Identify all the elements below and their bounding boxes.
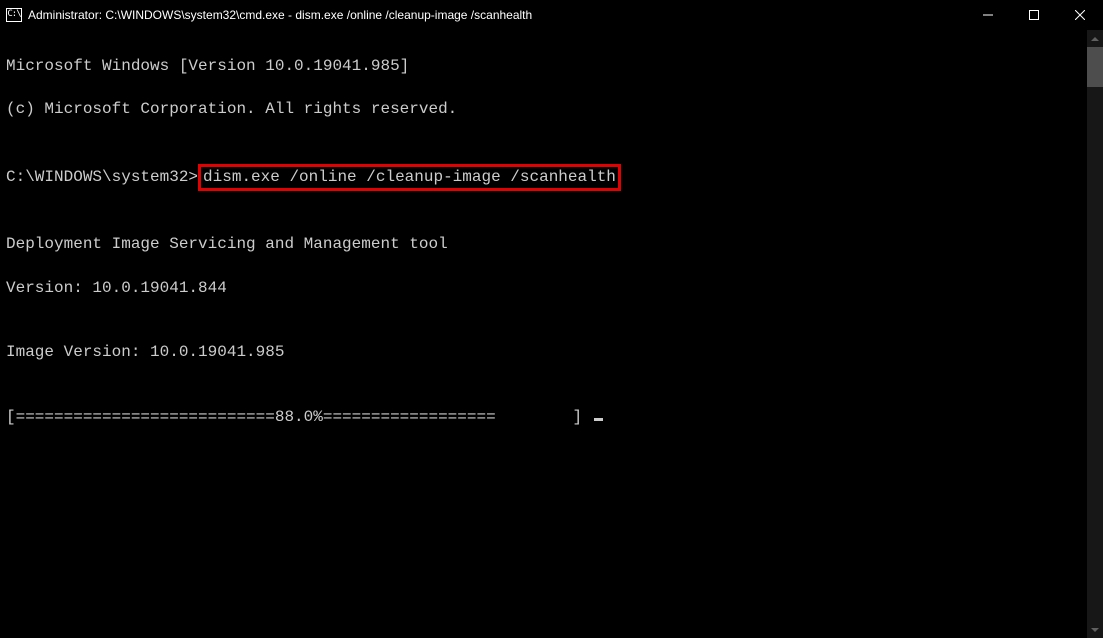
window-controls [965,0,1103,30]
highlighted-command: dism.exe /online /cleanup-image /scanhea… [198,164,621,192]
window-titlebar: C:\ Administrator: C:\WINDOWS\system32\c… [0,0,1103,30]
progress-bar-text: [===========================88.0%=======… [6,408,592,426]
image-version-line: Image Version: 10.0.19041.985 [6,342,1097,364]
copyright-line: (c) Microsoft Corporation. All rights re… [6,99,1097,121]
os-version-line: Microsoft Windows [Version 10.0.19041.98… [6,56,1097,78]
command-line: C:\WINDOWS\system32>dism.exe /online /cl… [6,164,1097,192]
dism-version-line: Version: 10.0.19041.844 [6,278,1097,300]
scroll-up-arrow-icon[interactable] [1087,30,1103,47]
prompt-prefix: C:\WINDOWS\system32> [6,168,198,186]
progress-line: [===========================88.0%=======… [6,407,1097,429]
minimize-button[interactable] [965,0,1011,30]
window-title: Administrator: C:\WINDOWS\system32\cmd.e… [28,8,965,22]
terminal-cursor [594,418,603,421]
dism-tool-line: Deployment Image Servicing and Managemen… [6,234,1097,256]
cmd-icon: C:\ [6,8,22,22]
terminal-output[interactable]: Microsoft Windows [Version 10.0.19041.98… [0,30,1103,454]
vertical-scrollbar[interactable] [1087,30,1103,638]
close-button[interactable] [1057,0,1103,30]
scrollbar-thumb[interactable] [1087,47,1103,87]
scroll-down-arrow-icon[interactable] [1087,621,1103,638]
maximize-button[interactable] [1011,0,1057,30]
